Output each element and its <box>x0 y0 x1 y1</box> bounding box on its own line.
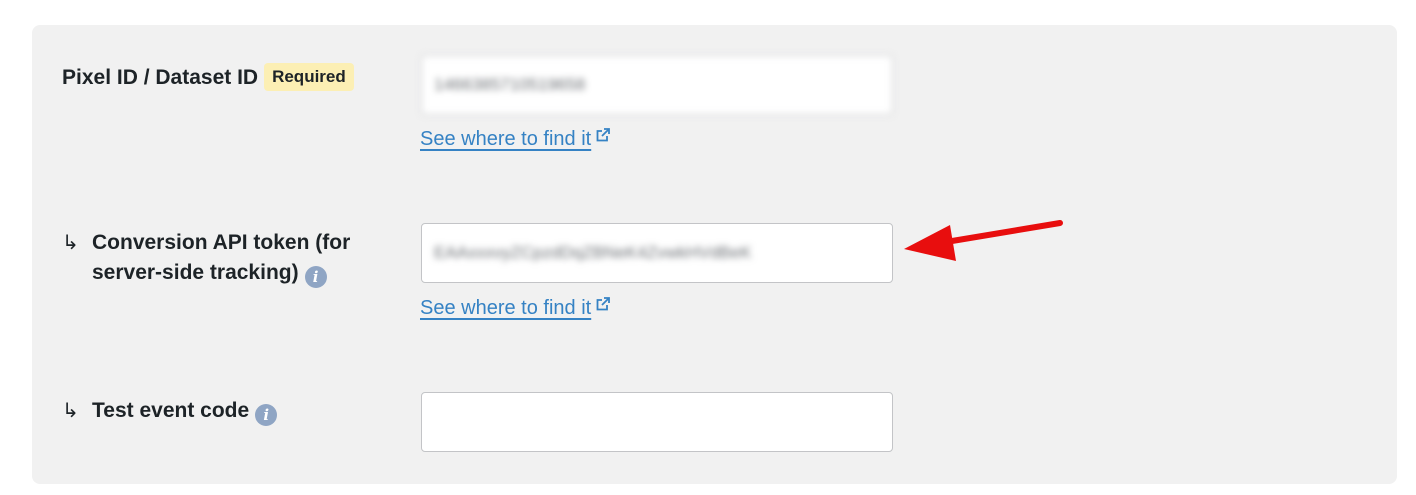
external-link-icon <box>596 297 611 311</box>
external-link-icon <box>596 128 611 142</box>
capi-help-link[interactable]: See where to find it <box>420 295 611 321</box>
test-event-code-input[interactable] <box>421 392 893 452</box>
info-icon[interactable]: i <box>304 266 327 288</box>
capi-help-link-text: See where to find it <box>420 297 592 319</box>
capi-indent-arrow: ↳ <box>62 232 79 254</box>
pixel-id-label-block: Pixel ID / Dataset ID Required <box>62 63 354 93</box>
capi-token-value: EAAxxxvyZCpzdDqZBNeK4ZvwkHVdBeK <box>434 243 752 262</box>
capi-label-line2: server-side tracking) <box>92 261 299 284</box>
pixel-id-label: Pixel ID / Dataset ID <box>62 66 259 89</box>
settings-panel: Pixel ID / Dataset IDRequired See where … <box>32 25 1397 484</box>
pixel-id-help-link[interactable]: See where to find it <box>420 126 611 152</box>
capi-label-line1: Conversion API token (for <box>92 231 351 254</box>
capi-label-block: ↳ Conversion API token (for server-side … <box>62 228 392 288</box>
required-badge: Required <box>264 63 354 91</box>
red-arrow-pointer-icon <box>904 220 1063 261</box>
test-event-indent-arrow: ↳ <box>62 400 79 422</box>
test-event-label: Test event code <box>92 399 250 422</box>
pixel-id-input[interactable] <box>421 55 893 115</box>
info-icon[interactable]: i <box>255 404 278 426</box>
test-event-label-block: ↳ Test event code i <box>62 396 278 426</box>
pixel-id-help-link-text: See where to find it <box>420 128 592 150</box>
capi-token-input[interactable]: EAAxxxvyZCpzdDqZBNeK4ZvwkHVdBeK <box>421 223 893 283</box>
